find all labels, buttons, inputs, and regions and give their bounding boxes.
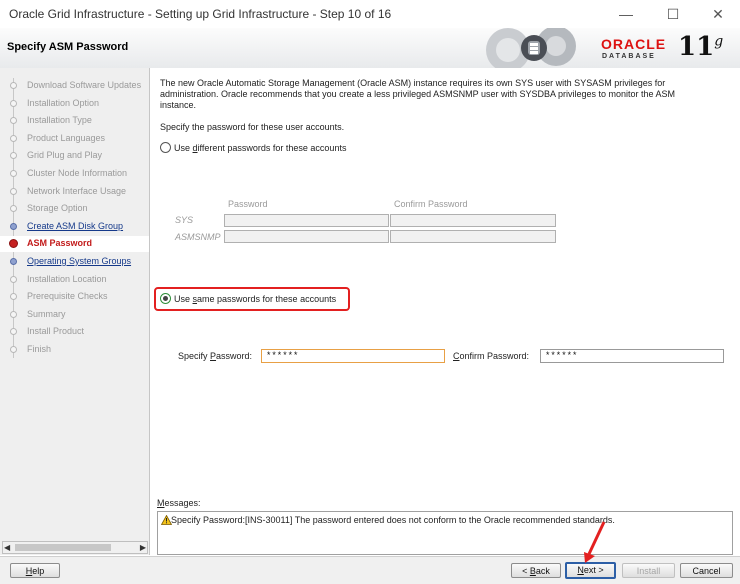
asmsnmp-password-field (224, 230, 389, 243)
steps-sidebar: Download Software Updates Installation Op… (0, 68, 150, 555)
cancel-button[interactable]: Cancel (680, 563, 733, 578)
sidebar-item-label: Grid Plug and Play (27, 150, 103, 161)
intro-line-2: administration. Oracle recommends that y… (160, 89, 676, 99)
sidebar-item-8[interactable]: Create ASM Disk Group (0, 219, 149, 235)
sidebar-item-label: Network Interface Usage (27, 185, 127, 196)
sidebar-item-5: Cluster Node Information (0, 166, 149, 182)
minimize-icon[interactable]: — (610, 4, 642, 24)
confirm-password-input[interactable]: ****** (540, 349, 724, 363)
specify-prompt: Specify the password for these user acco… (160, 122, 345, 132)
next-button[interactable]: Next > (565, 562, 616, 579)
step-marker-icon (10, 152, 17, 160)
scroll-right-icon[interactable]: ▶ (140, 543, 146, 552)
step-marker-icon (10, 258, 17, 265)
annotation-arrow (584, 521, 606, 563)
specify-password-input[interactable]: ****** (261, 349, 445, 363)
sidebar-item-label: Summary (27, 308, 66, 319)
scroll-left-icon[interactable]: ◀ (4, 543, 10, 552)
install-button: Install (622, 563, 675, 578)
messages-label: Messages: (157, 498, 201, 508)
sidebar-item-14: Install Product (0, 324, 149, 340)
message-text: Specify Password:[INS-30011] The passwor… (171, 515, 615, 525)
sidebar-item-label: Prerequisite Checks (27, 291, 108, 302)
radio-different-label[interactable]: Use different passwords for these accoun… (174, 143, 346, 153)
asmsnmp-confirm-field (390, 230, 556, 243)
sidebar-item-7: Storage Option (0, 201, 149, 217)
gears-graphic (486, 28, 576, 68)
sidebar-item-label: Install Product (27, 326, 85, 337)
step-marker-icon (10, 134, 17, 142)
step-marker-icon (9, 239, 18, 249)
sidebar-item-1: Installation Option (0, 96, 149, 112)
window-title: Oracle Grid Infrastructure - Setting up … (9, 7, 392, 21)
step-marker-icon (10, 275, 17, 283)
version-logo: 11g (678, 32, 723, 62)
close-icon[interactable]: ✕ (702, 4, 734, 24)
oracle-logo: ORACLE (601, 36, 667, 52)
intro-line-3: instance. (160, 100, 197, 110)
grid-row-asmsnmp: ASMSNMP (175, 232, 221, 242)
maximize-icon[interactable]: ☐ (657, 4, 689, 24)
specify-password-label: Specify Password: (178, 351, 253, 361)
sidebar-item-10[interactable]: Operating System Groups (0, 254, 149, 270)
step-marker-icon (10, 222, 17, 230)
sidebar-item-label: Product Languages (27, 132, 106, 143)
sidebar-item-9: ASM Password (0, 236, 149, 253)
database-label: DATABASE (602, 53, 656, 60)
sys-confirm-field (390, 214, 556, 227)
step-marker-icon (10, 310, 17, 318)
confirm-password-label: Confirm Password: (453, 351, 530, 361)
main-content (150, 68, 740, 555)
sidebar-item-13: Summary (0, 307, 149, 323)
page-title: Specify ASM Password (7, 41, 129, 53)
version-number: 11 (678, 32, 715, 62)
sidebar-item-4: Grid Plug and Play (0, 148, 149, 164)
step-marker-icon (10, 205, 17, 213)
step-marker-icon (10, 187, 17, 195)
sidebar-item-label: Operating System Groups (27, 256, 132, 266)
step-marker-icon (10, 346, 17, 353)
sidebar-item-label: Installation Type (27, 115, 92, 126)
sidebar-item-label: Installation Location (27, 273, 107, 284)
step-marker-icon (10, 328, 17, 336)
sidebar-item-2: Installation Type (0, 113, 149, 129)
sidebar-item-15: Finish (0, 342, 149, 358)
step-marker-icon (10, 99, 17, 107)
sidebar-item-6: Network Interface Usage (0, 184, 149, 200)
help-button[interactable]: Help (10, 563, 60, 578)
sidebar-item-label: Installation Option (27, 97, 100, 108)
back-button[interactable]: < Back (511, 563, 561, 578)
step-marker-icon (10, 117, 17, 125)
sidebar-item-label: Storage Option (27, 203, 88, 214)
step-marker-icon (10, 82, 17, 89)
page-header: Specify ASM Password ORACLE DATABASE 11g (0, 28, 740, 69)
sidebar-item-label: ASM Password (27, 238, 93, 249)
radio-different-passwords[interactable] (160, 142, 171, 153)
radio-same-passwords[interactable] (160, 293, 171, 304)
sidebar-hscrollbar[interactable]: ◀ ▶ (2, 541, 148, 554)
step-marker-icon (10, 293, 17, 301)
version-suffix: g (714, 33, 724, 50)
grid-header-password: Password (228, 199, 268, 209)
sidebar-item-label: Cluster Node Information (27, 168, 128, 178)
title-bar: Oracle Grid Infrastructure - Setting up … (0, 0, 740, 28)
step-marker-icon (10, 170, 17, 177)
sidebar-item-3: Product Languages (0, 131, 149, 147)
sidebar-item-label: Finish (27, 344, 52, 354)
grid-row-sys: SYS (175, 215, 194, 225)
messages-panel[interactable]: Specify Password:[INS-30011] The passwor… (157, 511, 733, 555)
sidebar-item-label: Download Software Updates (27, 80, 142, 90)
intro-line-1: The new Oracle Automatic Storage Managem… (160, 78, 666, 88)
sys-password-field (224, 214, 389, 227)
grid-header-confirm: Confirm Password (394, 199, 468, 209)
sidebar-item-12: Prerequisite Checks (0, 289, 149, 305)
radio-same-label[interactable]: Use same passwords for these accounts (174, 294, 336, 304)
sidebar-item-0: Download Software Updates (0, 78, 149, 94)
scroll-thumb[interactable] (15, 544, 111, 551)
sidebar-item-11: Installation Location (0, 272, 149, 288)
sidebar-item-label: Create ASM Disk Group (27, 220, 124, 231)
